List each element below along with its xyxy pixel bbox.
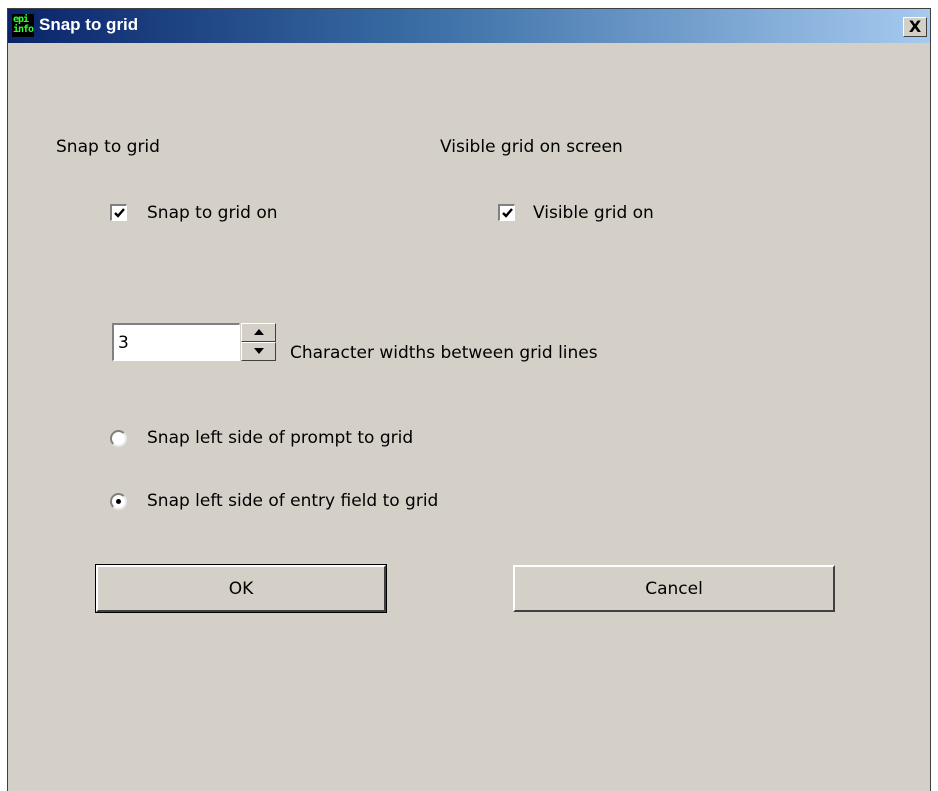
arrow-down-icon — [254, 348, 264, 354]
snap-checkbox-label: Snap to grid on — [147, 203, 278, 223]
visible-section-heading: Visible grid on screen — [440, 137, 623, 157]
radio-label: Snap left side of entry field to grid — [147, 491, 439, 511]
radio-circle[interactable] — [110, 430, 127, 447]
cancel-button[interactable]: Cancel — [513, 565, 835, 612]
epi-info-icon: epi info — [12, 14, 34, 37]
radio-snap-prompt[interactable]: Snap left side of prompt to grid — [110, 428, 470, 452]
arrow-up-icon — [254, 329, 264, 335]
snap-to-grid-checkbox[interactable]: Snap to grid on — [110, 202, 310, 226]
radio-selected-dot — [116, 499, 121, 504]
snap-checkbox-box[interactable] — [110, 204, 127, 221]
checkmark-icon — [502, 208, 513, 218]
snap-to-grid-dialog: epi info Snap to grid X Snap to grid Vis… — [7, 8, 931, 791]
window-title: Snap to grid — [39, 15, 139, 34]
radio-snap-entry-field[interactable]: Snap left side of entry field to grid — [110, 491, 490, 515]
grid-spacing-label: Character widths between grid lines — [290, 343, 598, 363]
visible-checkbox-box[interactable] — [498, 204, 515, 221]
close-icon: X — [908, 17, 922, 36]
icon-text-bottom: info — [13, 24, 34, 35]
checkmark-icon — [114, 208, 125, 218]
visible-checkbox-label: Visible grid on — [533, 203, 654, 223]
snap-section-heading: Snap to grid — [56, 137, 160, 157]
spin-down-button[interactable] — [241, 342, 276, 361]
radio-circle-selected[interactable] — [110, 493, 127, 510]
title-bar[interactable]: epi info Snap to grid X — [8, 9, 930, 43]
visible-grid-checkbox[interactable]: Visible grid on — [498, 202, 698, 226]
spin-up-button[interactable] — [241, 323, 276, 342]
radio-label: Snap left side of prompt to grid — [147, 428, 414, 448]
close-button[interactable]: X — [903, 17, 927, 37]
grid-spacing-input[interactable]: 3 — [112, 323, 240, 361]
ok-button[interactable]: OK — [95, 564, 387, 613]
